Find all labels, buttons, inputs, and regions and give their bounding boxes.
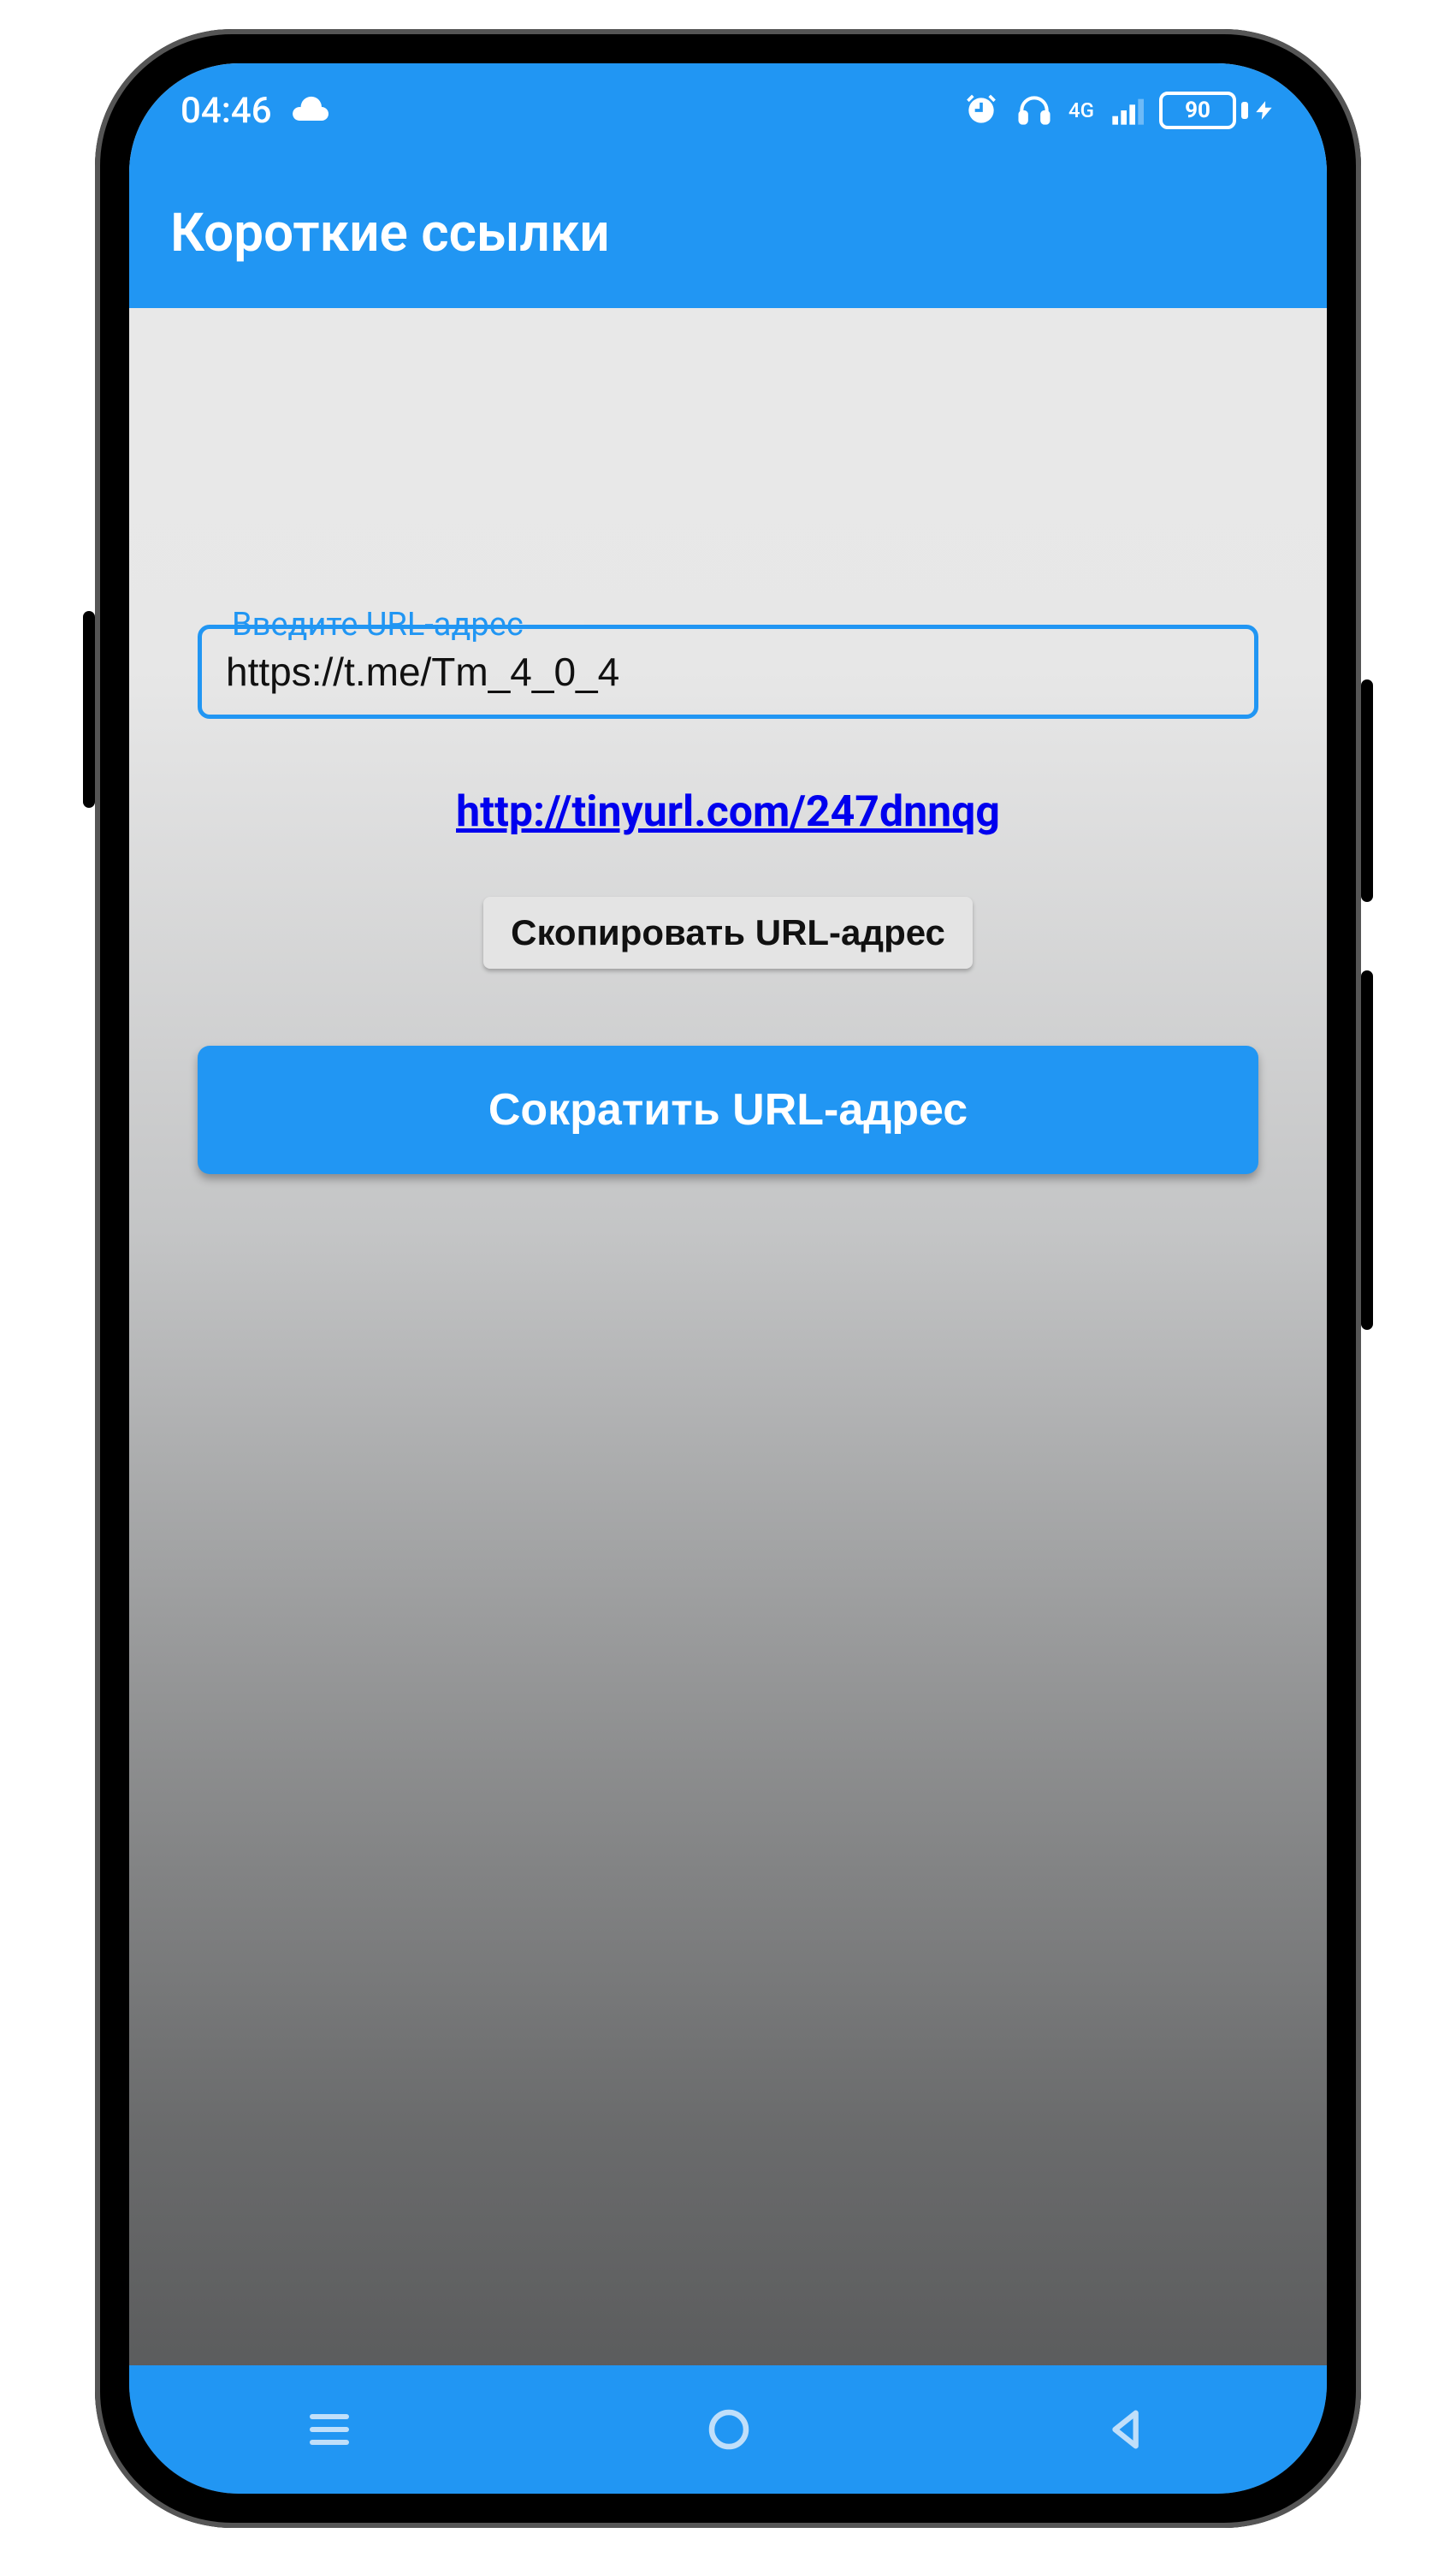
network-label: 4G (1068, 100, 1094, 121)
screen: 04:46 4G (129, 63, 1327, 2494)
main-content: Введите URL-адрес http://tinyurl.com/247… (129, 308, 1327, 2365)
phone-side-button-left (83, 611, 95, 808)
battery-percent: 90 (1185, 98, 1210, 123)
charging-icon (1253, 93, 1275, 128)
result-short-link[interactable]: http://tinyurl.com/247dnnqg (456, 787, 1000, 837)
headphones-icon (1015, 92, 1053, 129)
url-input-wrapper: Введите URL-адрес (198, 625, 1258, 719)
nav-back-button[interactable] (1103, 2405, 1152, 2454)
phone-frame: 04:46 4G (95, 29, 1361, 2528)
alarm-icon (962, 92, 1000, 129)
system-nav-bar (129, 2365, 1327, 2494)
copy-url-button[interactable]: Скопировать URL-адрес (483, 897, 973, 969)
status-time: 04:46 (181, 90, 272, 132)
phone-side-button-power (1361, 970, 1373, 1330)
url-input-label: Введите URL-адрес (222, 606, 534, 644)
app-bar: Короткие ссылки (129, 157, 1327, 308)
phone-side-button-volume (1361, 679, 1373, 902)
url-input[interactable] (226, 649, 1230, 695)
shorten-url-button[interactable]: Сократить URL-адрес (198, 1046, 1258, 1174)
status-bar: 04:46 4G (129, 63, 1327, 157)
signal-icon (1110, 93, 1144, 128)
nav-recent-button[interactable] (304, 2404, 355, 2455)
nav-home-button[interactable] (703, 2404, 755, 2455)
cloud-icon (289, 90, 330, 131)
page-title: Короткие ссылки (170, 202, 610, 264)
battery-indicator: 90 (1159, 92, 1275, 129)
